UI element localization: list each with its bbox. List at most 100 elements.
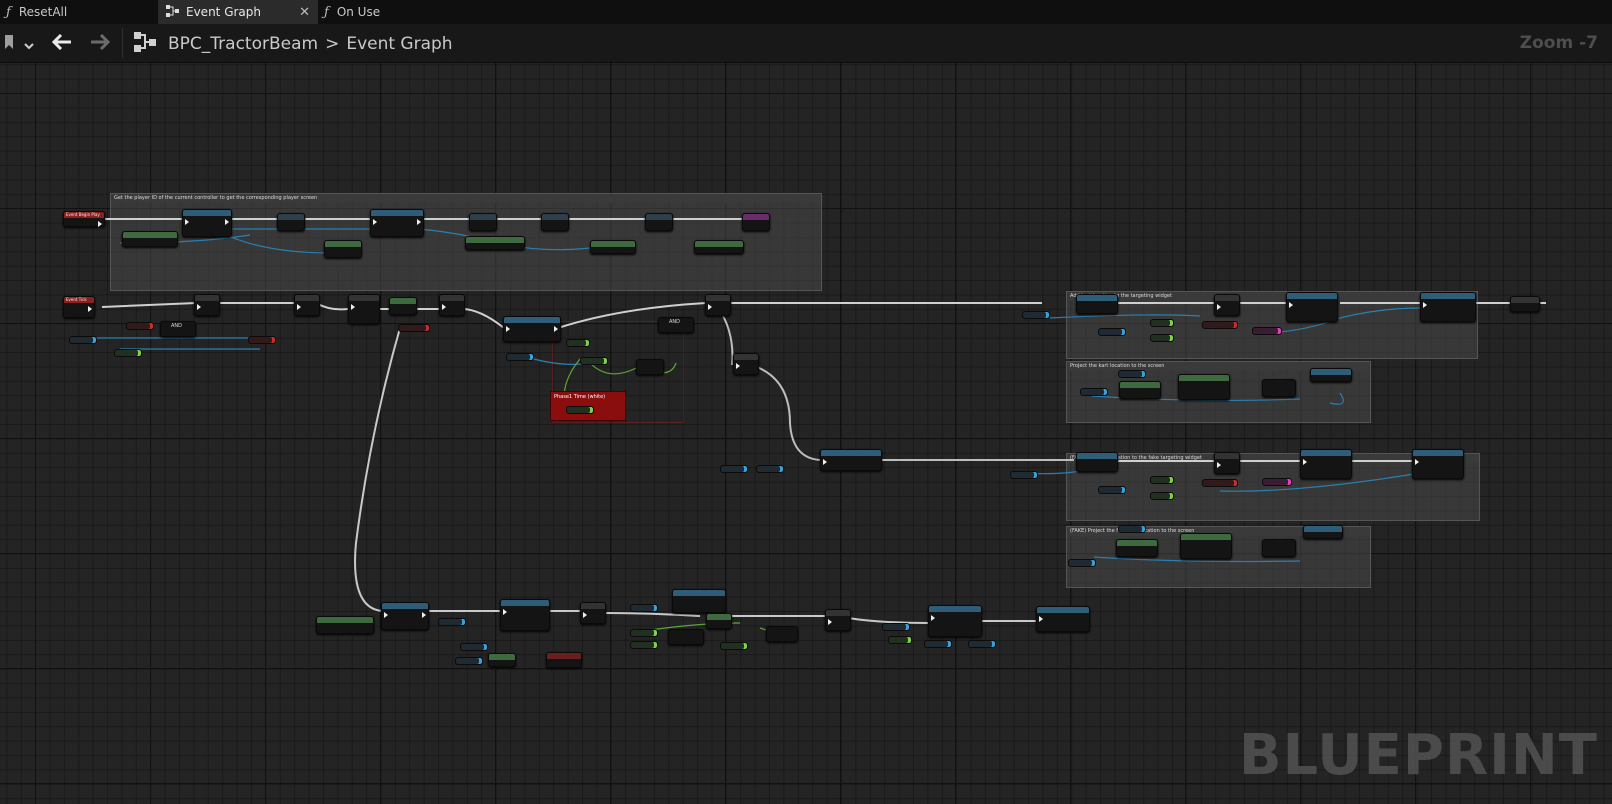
get-node[interactable] (465, 236, 525, 250)
function-node[interactable] (500, 599, 550, 631)
branch-node[interactable] (439, 294, 465, 316)
exec-pin[interactable] (98, 221, 102, 227)
set-node[interactable] (645, 213, 673, 231)
tab-on-use[interactable]: ƒ On Use (318, 0, 474, 24)
function-node[interactable] (1286, 292, 1338, 322)
get-widget-node[interactable] (1076, 294, 1118, 314)
variable-getter[interactable] (756, 465, 784, 473)
breadcrumb-graph[interactable]: Event Graph (346, 34, 452, 54)
variable-getter[interactable] (1150, 334, 1174, 342)
variable-getter[interactable] (1262, 478, 1292, 486)
variable-getter[interactable] (438, 618, 466, 626)
variable-getter[interactable] (1118, 525, 1146, 533)
get-node[interactable] (316, 616, 374, 634)
select-node[interactable] (636, 359, 664, 375)
get-controller-node[interactable] (1119, 381, 1161, 399)
and-node[interactable]: AND (160, 321, 196, 337)
function-node[interactable] (928, 605, 982, 637)
variable-getter[interactable] (566, 406, 594, 414)
function-node[interactable] (1310, 368, 1352, 382)
variable-getter[interactable] (1150, 492, 1174, 500)
branch-node[interactable] (1214, 294, 1240, 316)
project-node[interactable] (1180, 533, 1232, 559)
graph-canvas[interactable]: Get the player ID of the current control… (0, 63, 1612, 804)
close-icon[interactable]: ✕ (299, 5, 310, 20)
exec-pin[interactable] (88, 306, 92, 312)
variable-getter[interactable] (1150, 476, 1174, 484)
get-node[interactable] (122, 231, 178, 247)
get-node[interactable] (488, 653, 516, 667)
make-node[interactable] (1262, 379, 1296, 397)
variable-getter[interactable] (1098, 486, 1126, 494)
get-node[interactable] (324, 240, 362, 258)
set-node[interactable] (469, 213, 497, 231)
variable-getter[interactable] (882, 623, 910, 631)
make-node[interactable] (1262, 539, 1296, 557)
variable-getter[interactable] (1202, 479, 1238, 487)
bookmark-dropdown[interactable] (4, 34, 34, 54)
branch-node[interactable] (580, 602, 606, 624)
branch-node[interactable] (706, 613, 732, 629)
select-node[interactable] (668, 629, 704, 645)
variable-getter[interactable] (630, 604, 658, 612)
variable-getter[interactable] (720, 465, 748, 473)
variable-getter[interactable] (968, 640, 996, 648)
return-node[interactable] (1510, 296, 1540, 312)
project-node[interactable] (1178, 374, 1230, 400)
variable-getter[interactable] (720, 642, 748, 650)
event-tick-node[interactable]: Event Tick (63, 296, 95, 318)
trigger-node[interactable] (820, 449, 882, 471)
function-node[interactable] (1036, 606, 1090, 632)
variable-getter[interactable] (506, 353, 534, 361)
set-node[interactable] (277, 213, 305, 231)
variable-getter[interactable] (1252, 327, 1282, 335)
variable-getter[interactable] (398, 324, 430, 332)
variable-getter[interactable] (1080, 388, 1108, 396)
variable-getter[interactable] (1118, 370, 1146, 378)
cast-node[interactable] (182, 209, 232, 237)
variable-getter[interactable] (630, 641, 658, 649)
variable-getter[interactable] (924, 640, 952, 648)
variable-getter[interactable] (580, 357, 608, 365)
forward-button[interactable] (90, 33, 111, 54)
function-node[interactable] (1300, 449, 1352, 479)
cast-node[interactable] (370, 209, 424, 237)
set-node[interactable] (541, 213, 569, 231)
branch-node[interactable] (705, 294, 731, 316)
variable-getter[interactable] (460, 643, 488, 651)
variable-getter[interactable] (248, 336, 276, 344)
get-node[interactable] (590, 240, 636, 254)
select-node[interactable] (766, 626, 798, 642)
variable-getter[interactable] (1150, 319, 1174, 327)
branch-node[interactable] (733, 353, 759, 375)
get-controller-node[interactable] (1116, 539, 1158, 557)
branch-node[interactable] (294, 294, 320, 316)
set-timer-node[interactable] (503, 316, 561, 342)
sequence-node[interactable] (348, 294, 380, 324)
variable-getter[interactable] (126, 322, 154, 330)
function-node[interactable] (1412, 449, 1464, 479)
and-node[interactable] (546, 652, 582, 668)
variable-getter[interactable] (1098, 328, 1126, 336)
variable-getter[interactable] (630, 629, 658, 637)
breadcrumb-blueprint[interactable]: BPC_TractorBeam (168, 34, 318, 54)
variable-getter[interactable] (1022, 311, 1050, 319)
set-node[interactable] (742, 213, 770, 231)
tab-resetall[interactable]: ƒ ResetAll (0, 0, 164, 24)
variable-getter[interactable] (69, 336, 97, 344)
tab-event-graph[interactable]: Event Graph ✕ (158, 0, 318, 24)
variable-getter[interactable] (1202, 321, 1238, 329)
variable-getter[interactable] (114, 349, 142, 357)
get-node[interactable] (694, 240, 744, 254)
variable-getter[interactable] (1068, 559, 1096, 567)
event-begin-play-node[interactable]: Event Begin Play (63, 211, 105, 227)
variable-getter[interactable] (455, 657, 483, 665)
variable-getter[interactable] (1010, 471, 1038, 479)
function-node[interactable] (672, 589, 726, 613)
branch-node[interactable] (194, 294, 220, 316)
variable-getter[interactable] (888, 636, 912, 644)
function-node[interactable] (1303, 525, 1343, 539)
branch-node[interactable] (1214, 452, 1240, 474)
get-widget-node[interactable] (1076, 452, 1118, 472)
cast-node[interactable] (381, 602, 429, 630)
